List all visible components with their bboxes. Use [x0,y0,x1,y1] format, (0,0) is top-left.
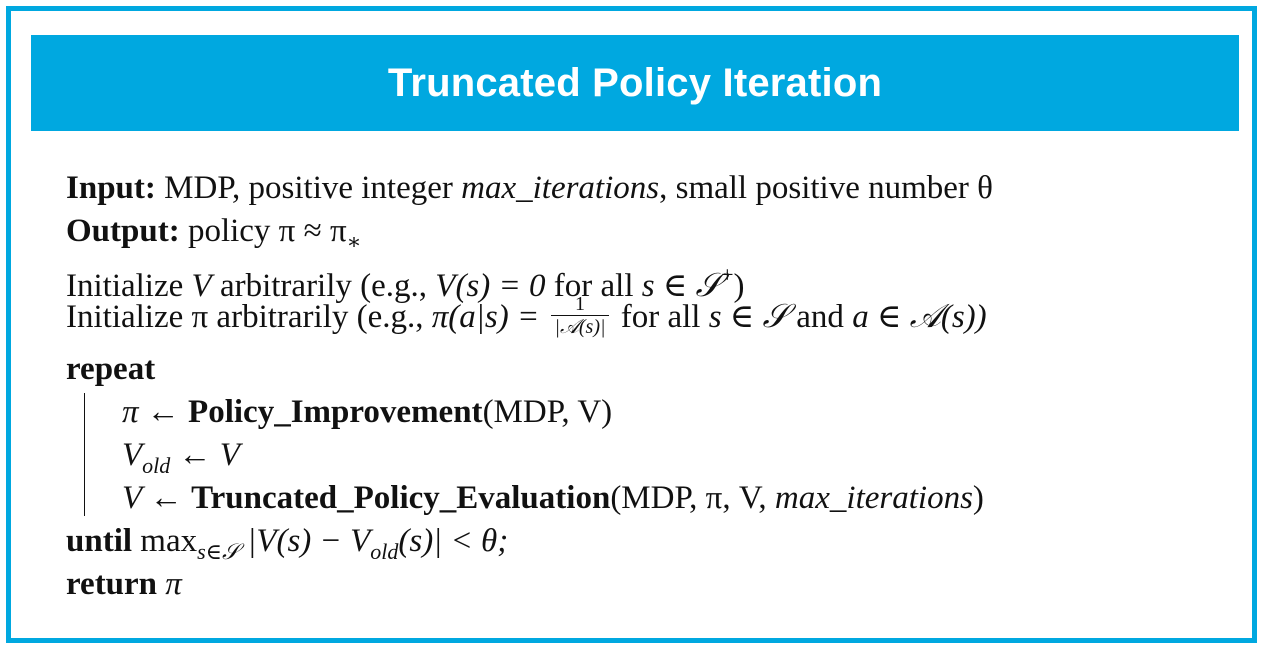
until-line: until maxs∈𝒮 |V(s) − Vold(s)| < θ; [66,520,1226,564]
init-pi-expr-3: a ∈ 𝒜(s)) [852,299,987,335]
step1-lhs: π ← [122,394,180,430]
output-subscript: ∗ [346,229,362,254]
until-expr: |V(s) − V [247,523,371,559]
until-max: max [140,523,198,559]
input-line: Input: MDP, positive integer max_iterati… [66,167,1226,210]
input-keyword: Input: [66,170,156,206]
step3-args: (MDP, π, V, [610,480,767,516]
init-pi-fraction: 1 |𝒜(s)| [551,293,609,338]
return-line: return π [66,563,1226,606]
algorithm-body: Input: MDP, positive integer max_iterati… [66,167,1226,606]
init-pi-expr: π(a|s) = [431,299,540,335]
step-policy-improvement: π ← Policy_Improvement(MDP, V) [122,391,1226,434]
init-pi-expr-2: s ∈ 𝒮 [708,299,789,335]
output-text: policy π ≈ π [187,213,347,249]
step-policy-evaluation: V ← Truncated_Policy_Evaluation(MDP, π, … [122,477,1226,520]
step3-args-variable: max_iterations [774,480,973,516]
input-variable: max_iterations [461,170,660,206]
fraction-numerator: 1 [551,293,609,316]
step3-lhs: V ← [122,480,183,516]
output-line: Output: policy π ≈ π∗ [66,210,1226,254]
output-keyword: Output: [66,213,180,249]
input-text: MDP, positive integer [164,170,453,206]
repeat-keyword: repeat [66,351,156,387]
page-title: Truncated Policy Iteration [387,60,883,105]
init-pi-text: Initialize π arbitrarily (e.g., [66,299,424,335]
step3-function: Truncated_Policy_Evaluation [191,480,611,516]
fraction-denominator: |𝒜(s)| [554,315,606,338]
step2-rhs: ← V [178,437,240,473]
step2-subscript: old [142,453,171,478]
until-keyword: until [66,523,133,559]
input-text-2: , small positive number θ [659,170,993,206]
repeat-line: repeat [66,348,1226,391]
init-pi-text-3: and [796,299,844,335]
until-expr-subscript: old [370,539,399,564]
return-value: π [165,566,182,602]
step3-args-close: ) [972,480,984,516]
return-keyword: return [66,566,158,602]
until-subscript: s∈𝒮 [197,539,239,564]
init-pi-text-2: for all [620,299,701,335]
init-v-line: Initialize V arbitrarily (e.g., V(s) = 0… [66,253,1226,304]
init-v-superscript: + [721,262,734,287]
step2-lhs: V [122,437,143,473]
init-pi-line: Initialize π arbitrarily (e.g., π(a|s) =… [66,293,1226,339]
step-copy-value: Vold ← V [122,434,1226,478]
loop-body: π ← Policy_Improvement(MDP, V) Vold ← V … [66,391,1226,520]
step1-args: (MDP, V) [482,394,613,430]
title-banner: Truncated Policy Iteration [31,35,1239,131]
algorithm-frame: Truncated Policy Iteration Input: MDP, p… [6,6,1257,643]
until-expr-2: (s)| < θ; [398,523,509,559]
loop-bracket [84,393,85,516]
step1-function: Policy_Improvement [188,394,483,430]
